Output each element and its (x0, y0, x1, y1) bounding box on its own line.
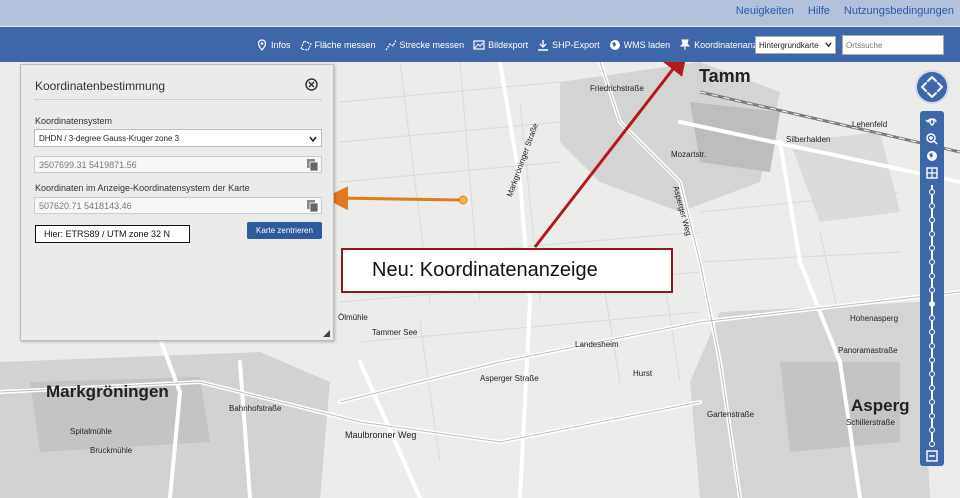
tool-label: WMS laden (623, 39, 671, 50)
zoom-level-tick[interactable] (929, 315, 935, 321)
copy-icon[interactable] (306, 199, 319, 213)
tool-label: Bildexport (488, 39, 529, 50)
zoom-level-tick[interactable] (929, 273, 935, 279)
area-measure-icon (299, 39, 312, 51)
coordinate-panel: Koordinatenbestimmung Koordinatensystem … (20, 64, 334, 341)
zoom-extent-icon[interactable] (925, 167, 939, 179)
zoom-level-tick[interactable] (929, 441, 935, 447)
annotation-note: Hier: ETRS89 / UTM zone 32 N (35, 225, 190, 243)
zoom-level-tick[interactable] (929, 427, 935, 433)
tool-distance-measure[interactable]: Strecke messen (385, 39, 465, 51)
display-coordinates-label: Koordinaten im Anzeige-Koordinatensystem… (35, 183, 250, 193)
zoom-level-tick[interactable] (929, 203, 935, 209)
pushpin-icon (679, 39, 691, 50)
tool-shp-export[interactable]: SHP-Export (537, 39, 600, 51)
tool-label: Infos (271, 39, 291, 50)
coordinate-system-value: DHDN / 3-degree Gauss-Kruger zone 3 (39, 133, 180, 143)
zoom-level-tick[interactable] (929, 357, 935, 363)
coordinate-system-select[interactable]: DHDN / 3-degree Gauss-Kruger zone 3 (34, 129, 322, 147)
link-help[interactable]: Hilfe (808, 5, 830, 17)
zoom-level-tick[interactable] (929, 189, 935, 195)
zoom-level-tick[interactable] (929, 385, 935, 391)
resize-handle-icon[interactable] (323, 330, 330, 337)
zoom-level-tick[interactable] (929, 399, 935, 405)
zoom-bar (920, 111, 944, 466)
background-map-select-value: Hintergrundkarte (759, 40, 819, 50)
coordinates-value: 3507699.31 5419871.56 (39, 159, 137, 170)
zoom-level-tick[interactable] (929, 231, 935, 237)
background-map-select[interactable]: Hintergrundkarte (755, 36, 836, 54)
zoom-level-tick[interactable] (929, 343, 935, 349)
tool-wms-load[interactable]: WMS laden (609, 39, 671, 51)
zoom-level-tick[interactable] (929, 259, 935, 265)
panel-title: Koordinatenbestimmung (35, 79, 166, 93)
chevron-down-icon (309, 136, 317, 143)
divider (34, 99, 322, 100)
tool-area-measure[interactable]: Fläche messen (299, 39, 376, 51)
link-terms[interactable]: Nutzungsbedingungen (844, 5, 954, 17)
pan-control[interactable] (915, 70, 949, 104)
copy-icon[interactable] (306, 158, 319, 172)
zoom-level-tick[interactable] (929, 245, 935, 251)
zoom-out-icon[interactable] (925, 450, 939, 462)
distance-measure-icon (385, 39, 397, 50)
pin-icon (257, 38, 267, 51)
zoom-level-tick[interactable] (929, 371, 935, 377)
top-link-bar: Neuigkeiten Hilfe Nutzungsbedingungen (0, 0, 960, 26)
center-map-button[interactable]: Karte zentrieren (247, 222, 322, 239)
display-coordinates-field[interactable]: 507620.71 5418143.46 (34, 197, 322, 214)
close-icon[interactable] (305, 78, 318, 91)
image-export-icon (473, 39, 485, 50)
zoom-in-icon[interactable] (925, 133, 939, 145)
rotate-icon[interactable] (925, 116, 939, 128)
place-search-input[interactable] (842, 35, 944, 55)
globe-icon (609, 39, 620, 50)
zoom-level-tick[interactable] (929, 217, 935, 223)
tool-image-export[interactable]: Bildexport (473, 39, 528, 51)
tool-label: Strecke messen (399, 39, 465, 50)
coordinates-field[interactable]: 3507699.31 5419871.56 (34, 156, 322, 173)
globe-icon[interactable] (925, 150, 939, 162)
zoom-level-tick[interactable] (929, 413, 935, 419)
tool-label: SHP-Export (552, 39, 600, 50)
zoom-level-tick[interactable] (929, 287, 935, 293)
tool-label: Fläche messen (314, 39, 376, 50)
download-icon (538, 39, 549, 51)
chevron-down-icon (825, 42, 832, 48)
zoom-level-tick[interactable] (929, 329, 935, 335)
tool-infos[interactable]: Infos (256, 38, 291, 51)
pan-arrows-icon (921, 76, 943, 98)
coordinate-system-label: Koordinatensystem (35, 116, 113, 126)
app-window: Tamm Markgröningen Asperg Friedrichstraß… (0, 0, 960, 498)
display-coordinates-value: 507620.71 5418143.46 (39, 200, 132, 211)
callout-box: Neu: Koordinatenanzeige (341, 248, 673, 293)
link-news[interactable]: Neuigkeiten (736, 5, 794, 17)
zoom-slider-handle[interactable] (929, 301, 935, 307)
